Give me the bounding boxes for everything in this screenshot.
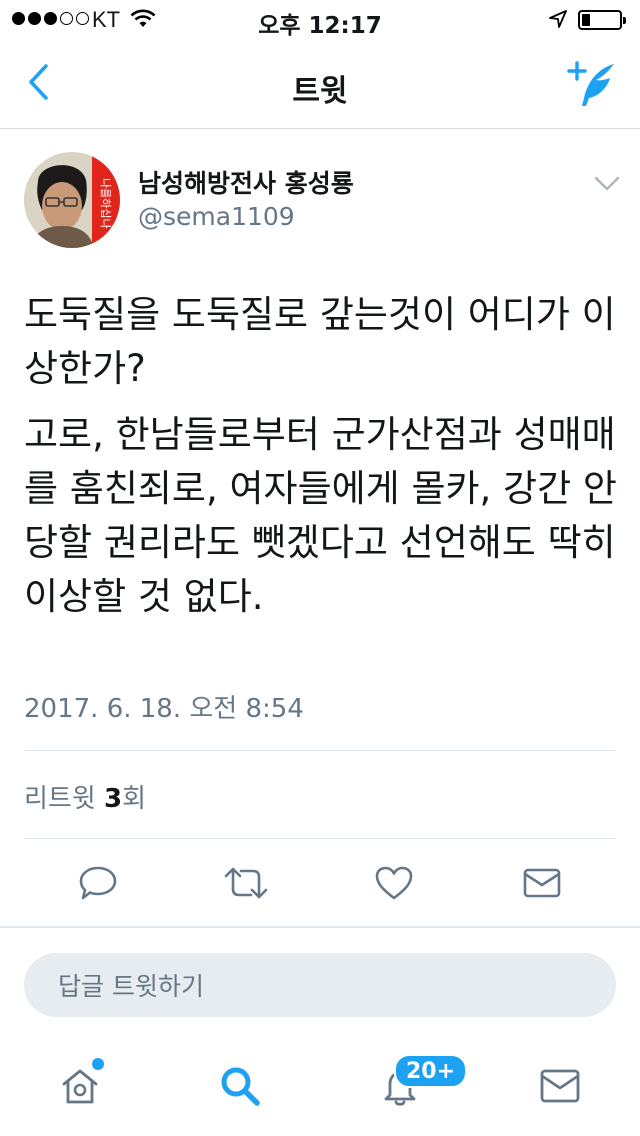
- divider: [24, 838, 616, 839]
- status-time: 오후 12:17: [258, 13, 382, 39]
- tweet-timestamp: 2017. 6. 18. 오전 8:54: [24, 694, 304, 724]
- tweet-text: 도둑질을 도둑질로 갚는것이 어디가 이상한가? 고로, 한남들로부터 군가산점…: [24, 288, 624, 636]
- retweet-number: 3: [104, 784, 123, 814]
- reply-placeholder: 답글 트윗하기: [58, 972, 204, 1001]
- reply-icon[interactable]: [73, 858, 123, 908]
- avatar[interactable]: 나를하십나: [24, 152, 120, 248]
- message-icon[interactable]: [517, 858, 567, 908]
- divider: [0, 926, 640, 928]
- status-bar: KT 오후 12:17: [0, 0, 640, 40]
- author-handle[interactable]: @sema1109: [138, 202, 295, 231]
- search-icon[interactable]: [212, 1058, 268, 1114]
- navigation-bar: 트윗: [0, 40, 640, 129]
- new-content-dot: [92, 1058, 104, 1070]
- like-icon[interactable]: [369, 858, 419, 908]
- tweet-paragraph: 고로, 한남들로부터 군가산점과 성매매를 훔친죄로, 여자들에게 몰카, 강간…: [24, 413, 617, 618]
- page-title: 트윗: [292, 74, 348, 109]
- notifications-badge: 20+: [394, 1054, 468, 1088]
- tweet-paragraph: 도둑질을 도둑질로 갚는것이 어디가 이상한가?: [24, 293, 616, 390]
- retweet-suffix: 회: [122, 784, 147, 814]
- chevron-down-icon[interactable]: [594, 176, 620, 196]
- compose-tweet-icon[interactable]: [566, 60, 618, 114]
- reply-input[interactable]: 답글 트윗하기: [24, 953, 616, 1017]
- battery-icon: [578, 10, 626, 30]
- messages-icon[interactable]: [532, 1058, 588, 1114]
- retweet-count[interactable]: 리트윗 3회: [24, 778, 146, 815]
- divider: [24, 750, 616, 751]
- retweet-icon[interactable]: [221, 858, 271, 908]
- retweet-label: 리트윗: [24, 784, 96, 814]
- location-arrow-icon: [548, 9, 568, 35]
- author-name[interactable]: 남성해방전사 홍성룡: [138, 164, 354, 200]
- svg-text:나를하십나: 나를하십나: [99, 178, 113, 229]
